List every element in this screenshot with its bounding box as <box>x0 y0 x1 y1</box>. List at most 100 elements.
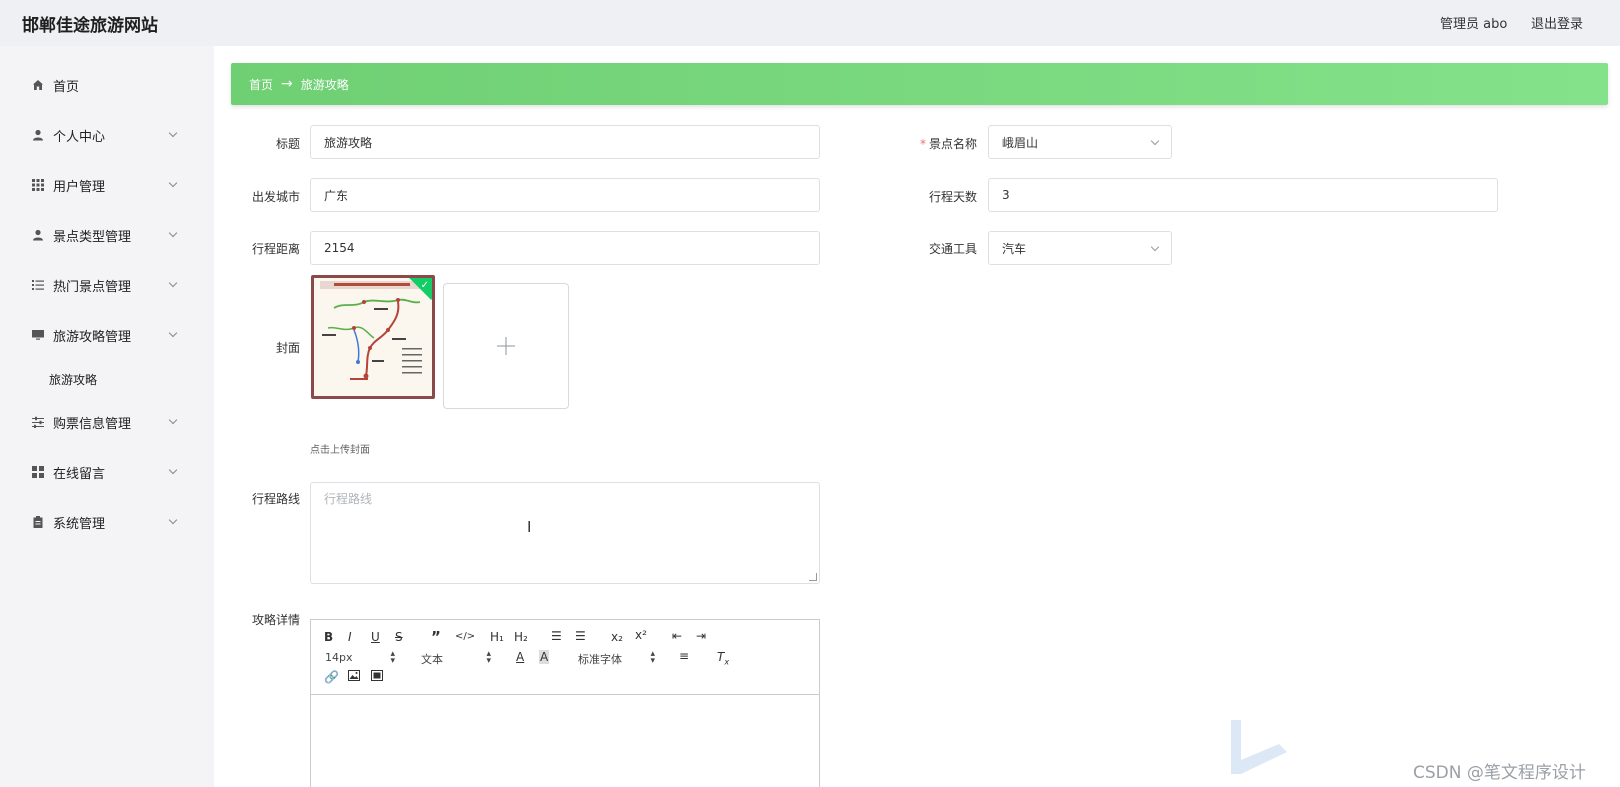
sidebar-item-personal-center[interactable]: 个人中心 <box>0 115 214 155</box>
sidebar-item-label: 旅游攻略管理 <box>53 329 132 345</box>
sidebar-item-label: 系统管理 <box>53 516 106 532</box>
chevron-down-icon <box>1150 136 1160 146</box>
scenic-name-select[interactable]: 峨眉山 <box>988 125 1172 159</box>
user-icon <box>32 129 44 141</box>
sidebar-item-user-management[interactable]: 用户管理 <box>0 165 214 205</box>
sidebar-subitem-label: 旅游攻略 <box>49 372 98 387</box>
updown-icon: ▴ ▾ <box>486 649 491 666</box>
chevron-down-icon <box>168 128 178 138</box>
sidebar-item-label: 景点类型管理 <box>53 229 132 245</box>
underline-icon[interactable]: U <box>371 630 380 644</box>
editor-toolbar: B I U S ” </> H₁ H₂ ☰ ☰ x₂ x² ⇤ ⇥ 14px ▴ ▾… <box>311 620 819 695</box>
sidebar-item-home[interactable]: 首页 <box>0 65 214 105</box>
route-map-image <box>314 278 432 396</box>
resize-handle-icon[interactable] <box>809 573 817 581</box>
sidebar-item-system-management[interactable]: 系统管理 <box>0 502 214 542</box>
watermark-logo-icon <box>1231 720 1287 774</box>
breadcrumb: 首页 → 旅游攻略 <box>231 63 1608 105</box>
title-label: 标题 <box>275 137 300 151</box>
cover-upload-button[interactable] <box>443 283 569 409</box>
sidebar-item-hot-scenic-management[interactable]: 热门景点管理 <box>0 265 214 305</box>
font-color-icon[interactable]: A <box>516 650 524 664</box>
sidebar-item-ticket-management[interactable]: 购票信息管理 <box>0 402 214 442</box>
clean-format-icon[interactable]: Tx <box>717 650 729 666</box>
chevron-down-icon <box>168 178 178 188</box>
departure-city-label: 出发城市 <box>251 190 300 204</box>
top-bar: 邯郸佳途旅游网站 管理员 abo 退出登录 <box>0 0 1620 46</box>
trip-distance-input[interactable]: 2154 <box>310 231 820 265</box>
header-1-icon[interactable]: H₁ <box>490 630 504 644</box>
departure-city-input-value: 广东 <box>324 188 349 203</box>
list-icon <box>32 279 44 291</box>
strikethrough-icon[interactable]: S <box>395 630 403 644</box>
scenic-name-label: * 景点名称 <box>919 137 977 151</box>
breadcrumb-current: 旅游攻略 <box>300 77 349 92</box>
sidebar-item-label: 用户管理 <box>53 179 106 195</box>
font-family-select[interactable]: 标准字体 ▴ ▾ <box>578 649 655 667</box>
header-2-icon[interactable]: H₂ <box>514 630 528 644</box>
route-textarea[interactable]: 行程路线 <box>310 482 820 584</box>
sidebar-item-label: 首页 <box>53 79 80 95</box>
trip-days-input-value: 3 <box>1002 188 1010 202</box>
chevron-down-icon <box>168 328 178 338</box>
departure-city-input[interactable]: 广东 <box>310 178 820 212</box>
sliders-icon <box>32 416 44 428</box>
breadcrumb-home-link[interactable]: 首页 <box>249 76 273 93</box>
cover-label: 封面 <box>275 341 300 355</box>
font-size-select[interactable]: 14px ▴ ▾ <box>325 650 395 666</box>
cover-thumbnail[interactable]: ✓ <box>311 275 435 399</box>
sidebar-item-label: 热门景点管理 <box>53 279 132 295</box>
transport-select-value: 汽车 <box>1002 241 1027 256</box>
home-icon <box>32 79 44 91</box>
superscript-icon[interactable]: x² <box>635 628 647 642</box>
watermark-text: CSDN @笔文程序设计 <box>1413 763 1586 783</box>
chevron-down-icon <box>168 278 178 288</box>
title-input[interactable]: 旅游攻略 <box>310 125 820 159</box>
link-icon[interactable]: 🔗 <box>324 670 339 684</box>
sidebar: 首页 个人中心 用户管理 景点类型管理 热门景点管理 旅游攻略管理 旅游攻略 购… <box>0 46 214 787</box>
outdent-icon[interactable]: ⇤ <box>672 629 682 643</box>
ordered-list-icon[interactable]: ☰ <box>551 629 562 643</box>
chevron-down-icon <box>168 415 178 425</box>
admin-user-label[interactable]: 管理员 abo <box>1440 13 1507 32</box>
rich-text-editor: B I U S ” </> H₁ H₂ ☰ ☰ x₂ x² ⇤ ⇥ 14px ▴ ▾… <box>310 619 820 787</box>
scenic-name-select-value: 峨眉山 <box>1002 135 1039 150</box>
transport-select[interactable]: 汽车 <box>988 231 1172 265</box>
logout-link[interactable]: 退出登录 <box>1531 13 1583 32</box>
chevron-down-icon <box>168 228 178 238</box>
site-title: 邯郸佳途旅游网站 <box>22 16 158 36</box>
detail-label: 攻略详情 <box>251 613 300 627</box>
apps-icon <box>32 466 44 478</box>
cover-upload-tip: 点击上传封面 <box>310 445 370 456</box>
background-color-icon[interactable]: A <box>539 650 550 664</box>
text-style-select[interactable]: 文本 ▴ ▾ <box>421 649 491 667</box>
title-input-value: 旅游攻略 <box>324 135 373 150</box>
indent-icon[interactable]: ⇥ <box>696 629 706 643</box>
transport-label: 交通工具 <box>928 242 977 256</box>
trip-days-input[interactable]: 3 <box>988 178 1498 212</box>
image-icon[interactable] <box>348 670 360 684</box>
required-mark: * <box>919 137 926 151</box>
sidebar-item-label: 购票信息管理 <box>53 416 132 432</box>
bullet-list-icon[interactable]: ☰ <box>575 629 586 643</box>
chevron-down-icon <box>168 465 178 475</box>
subscript-icon[interactable]: x₂ <box>611 630 623 644</box>
sidebar-item-travel-guide-management[interactable]: 旅游攻略管理 <box>0 315 214 355</box>
trip-distance-input-value: 2154 <box>324 241 355 255</box>
user-icon <box>32 229 44 241</box>
monitor-icon <box>32 329 44 341</box>
editor-content-area[interactable] <box>311 696 819 787</box>
align-icon[interactable]: ≡ <box>679 649 689 663</box>
sidebar-subitem-travel-guide[interactable]: 旅游攻略 <box>0 362 214 396</box>
updown-icon: ▴ ▾ <box>650 649 655 666</box>
sidebar-item-scenic-type-management[interactable]: 景点类型管理 <box>0 215 214 255</box>
code-block-icon[interactable]: </> <box>455 631 475 642</box>
route-label: 行程路线 <box>251 492 300 506</box>
video-icon[interactable] <box>371 670 383 684</box>
italic-icon[interactable]: I <box>348 630 352 644</box>
check-icon: ✓ <box>420 280 429 291</box>
bold-icon[interactable]: B <box>324 630 333 644</box>
text-cursor-icon: I <box>527 518 532 536</box>
sidebar-item-online-message[interactable]: 在线留言 <box>0 452 214 492</box>
blockquote-icon[interactable]: ” <box>431 628 441 646</box>
